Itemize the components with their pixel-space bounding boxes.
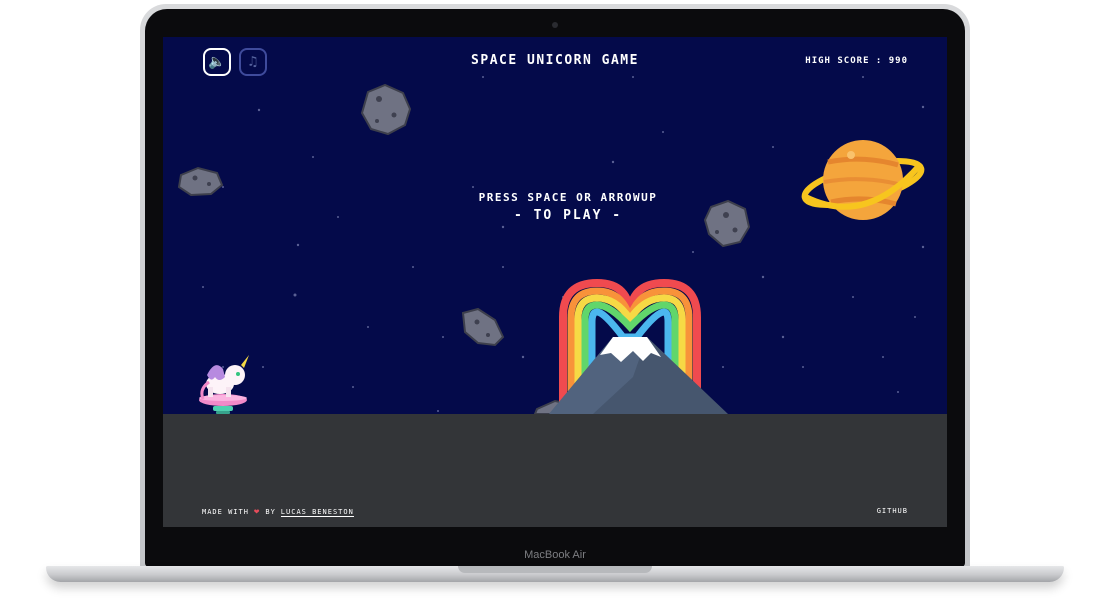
by-text: BY: [265, 508, 276, 516]
laptop-notch: [458, 566, 652, 573]
github-link[interactable]: GITHUB: [877, 507, 908, 515]
start-prompt-subtitle: - TO PLAY -: [513, 208, 623, 223]
footer-credits: MADE WITH ❤ BY LUCAS BENESTON: [202, 507, 354, 517]
made-with-text: MADE WITH: [202, 508, 249, 516]
start-prompt: PRESS SPACE OR ARROWUP: [478, 191, 658, 204]
high-score: HIGH SCORE : 990: [805, 56, 908, 66]
unicorn-player: [199, 355, 249, 414]
heart-icon: ❤: [253, 507, 261, 517]
camera-icon: [552, 22, 558, 28]
author-link[interactable]: LUCAS BENESTON: [280, 508, 354, 517]
device-label: MacBook Air: [524, 549, 586, 561]
game-screen[interactable]: 🔈 ♫ SPACE UNICORN GAME HIGH SCORE : 990 …: [163, 37, 947, 527]
